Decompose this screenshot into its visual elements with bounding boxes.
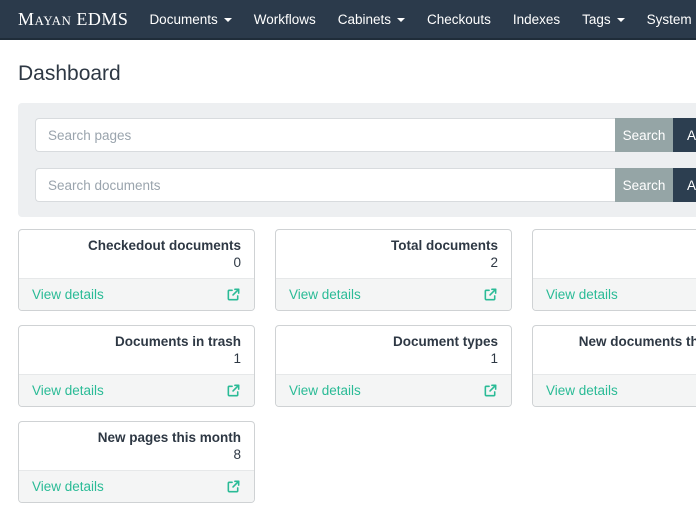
search-panel: Search Advanced Search Advanced <box>18 103 696 217</box>
card-document-types: Document types 1 View details <box>275 325 512 407</box>
search-pages-button[interactable]: Search <box>615 118 673 152</box>
card-value: 2 <box>490 255 498 270</box>
card-total-documents: Total documents 2 View details <box>275 229 512 311</box>
caret-down-icon <box>223 18 232 22</box>
nav-item-label: System <box>646 11 692 27</box>
view-details-link[interactable]: View details <box>546 287 618 302</box>
external-link-icon[interactable] <box>483 287 498 302</box>
search-pages-input[interactable] <box>35 118 616 152</box>
nav-item-label: Indexes <box>512 11 561 27</box>
card-documents-in-trash: Documents in trash 1 View details <box>18 325 255 407</box>
card-body: Total documents 2 <box>276 230 511 278</box>
card-title: Documents in trash <box>114 334 241 349</box>
caret-down-icon <box>397 18 406 22</box>
external-link-icon[interactable] <box>226 479 241 494</box>
card-title: New documents this month <box>578 334 696 349</box>
view-details-link[interactable]: View details <box>32 287 104 302</box>
card-checkedout-documents: Checkedout documents 0 View details <box>18 229 255 311</box>
nav-item-cabinets[interactable]: Cabinets <box>327 0 416 39</box>
card-body: Documents in trash 1 <box>19 326 254 374</box>
card-body: New pages this month 8 <box>19 422 254 470</box>
card-value: 0 <box>233 255 241 270</box>
main-menu: Documents Workflows Cabinets Checkouts I… <box>138 0 696 39</box>
card-footer: View details <box>19 278 254 310</box>
card-value: 1 <box>233 351 241 366</box>
nav-item-system[interactable]: System <box>636 0 696 39</box>
card-footer: View details <box>276 374 511 406</box>
top-navbar: Mayan EDMS Documents Workflows Cabinets … <box>0 0 696 40</box>
page-title: Dashboard <box>18 62 121 85</box>
search-documents-button[interactable]: Search <box>615 168 673 202</box>
advanced-search-pages-button[interactable]: Advanced <box>672 118 696 152</box>
external-link-icon[interactable] <box>483 383 498 398</box>
search-documents-row: Search Advanced <box>35 168 696 202</box>
nav-item-label: Checkouts <box>427 11 491 27</box>
card-title: Checkedout documents <box>87 238 241 253</box>
brand-logo[interactable]: Mayan EDMS <box>18 9 128 30</box>
card-footer: View details <box>533 374 696 406</box>
nav-item-label: Documents <box>149 11 218 27</box>
card-footer: View details <box>276 278 511 310</box>
card-footer: View details <box>19 470 254 502</box>
search-pages-row: Search Advanced <box>35 118 696 152</box>
view-details-link[interactable]: View details <box>32 383 104 398</box>
nav-item-label: Cabinets <box>337 11 392 27</box>
nav-item-documents[interactable]: Documents <box>138 0 242 39</box>
card-new-documents-this-month: New documents this month View details <box>532 325 696 407</box>
caret-down-icon <box>616 18 625 22</box>
card-title: Document types <box>392 334 498 349</box>
card-value: 8 <box>233 447 241 462</box>
card-title: New pages this month <box>97 430 241 445</box>
card-footer: View details <box>19 374 254 406</box>
card-body <box>533 230 696 278</box>
nav-item-indexes[interactable]: Indexes <box>502 0 571 39</box>
view-details-link[interactable]: View details <box>289 287 361 302</box>
card-footer: View details <box>533 278 696 310</box>
card-body: Document types 1 <box>276 326 511 374</box>
card-body: New documents this month <box>533 326 696 374</box>
card-new-pages-this-month: New pages this month 8 View details <box>18 421 255 503</box>
card-value: 1 <box>490 351 498 366</box>
nav-item-workflows[interactable]: Workflows <box>243 0 327 39</box>
view-details-link[interactable]: View details <box>546 383 618 398</box>
nav-item-checkouts[interactable]: Checkouts <box>416 0 502 39</box>
view-details-link[interactable]: View details <box>289 383 361 398</box>
card-body: Checkedout documents 0 <box>19 230 254 278</box>
search-documents-input[interactable] <box>35 168 616 202</box>
card-clipped-right-1: View details <box>532 229 696 311</box>
advanced-search-documents-button[interactable]: Advanced <box>672 168 696 202</box>
external-link-icon[interactable] <box>226 383 241 398</box>
nav-item-label: Workflows <box>253 11 316 27</box>
dashboard-cards: Checkedout documents 0 View details Tota… <box>18 229 696 503</box>
card-title: Total documents <box>390 238 498 253</box>
nav-item-label: Tags <box>582 11 611 27</box>
view-details-link[interactable]: View details <box>32 479 104 494</box>
external-link-icon[interactable] <box>226 287 241 302</box>
nav-item-tags[interactable]: Tags <box>571 0 636 39</box>
